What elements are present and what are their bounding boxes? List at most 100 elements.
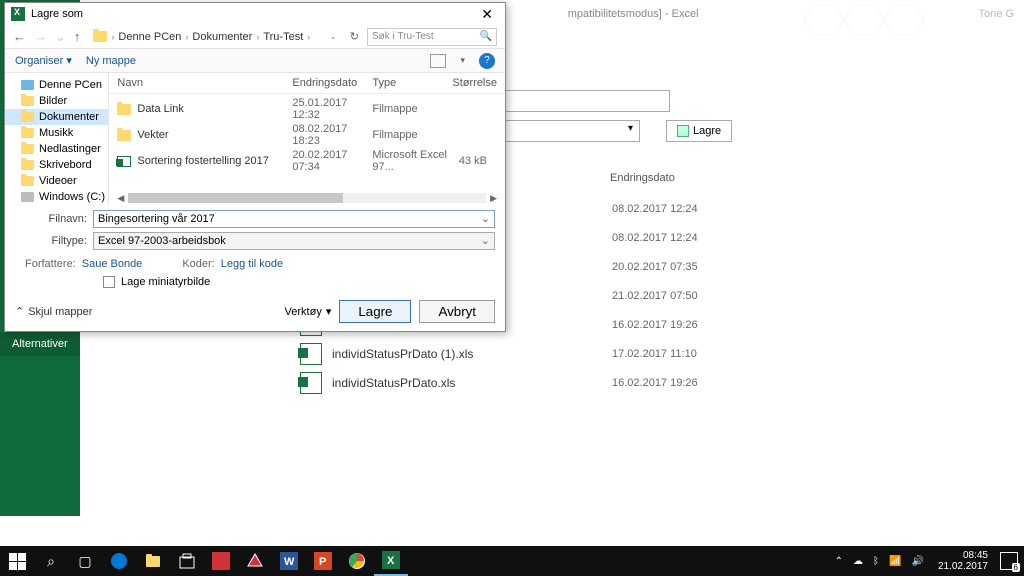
excel-icon[interactable]: X <box>374 546 408 576</box>
dialog-title: Lagre som <box>31 8 83 20</box>
app-icon-1[interactable] <box>204 546 238 576</box>
file-date: 25.01.2017 12:32 <box>292 97 372 121</box>
h-scrollbar[interactable]: ◀ ▶ <box>109 192 505 204</box>
tree-item[interactable]: Denne PCen <box>5 77 108 93</box>
wifi-icon[interactable]: 📶 <box>887 556 903 567</box>
recent-dropdown-icon[interactable]: ⌄ <box>55 29 66 45</box>
list-header: Navn Endringsdato Type Størrelse <box>109 73 505 94</box>
alternatives-button[interactable]: Alternativer <box>0 332 80 356</box>
col-date[interactable]: Endringsdato <box>292 77 372 89</box>
bluetooth-icon[interactable]: ᛒ <box>871 556 881 567</box>
list-row[interactable]: Sortering fostertelling 2017 20.02.2017 … <box>109 148 505 174</box>
tray-chevron-icon[interactable]: ⌃ <box>833 556 845 567</box>
notifications-icon[interactable]: 6 <box>1000 552 1018 570</box>
refresh-icon[interactable]: ↻ <box>350 30 359 43</box>
bg-file-date: 17.02.2017 11:10 <box>612 348 697 360</box>
nav-bar: ← → ⌄ ↑ › Denne PCen › Dokumenter › Tru-… <box>5 25 505 49</box>
scroll-thumb[interactable] <box>128 193 343 203</box>
file-date: 08.02.2017 18:23 <box>292 123 372 147</box>
cancel-button[interactable]: Avbryt <box>419 300 495 323</box>
filename-label: Filnavn: <box>15 213 87 225</box>
fields-area: Filnavn: Bingesortering vår 2017 Filtype… <box>5 204 505 294</box>
volume-icon[interactable]: 🔊 <box>909 556 925 567</box>
word-icon[interactable]: W <box>272 546 306 576</box>
bg-title-text: mpatibilitetsmodus] - Excel <box>568 8 699 20</box>
bg-file-row[interactable]: individStatusPrDato (1).xls 17.02.2017 1… <box>300 339 1004 368</box>
forward-arrow-icon[interactable]: → <box>34 29 47 44</box>
tree-item[interactable]: Videoer <box>5 173 108 189</box>
author-value[interactable]: Saue Bonde <box>82 258 143 270</box>
chrome-icon[interactable] <box>340 546 374 576</box>
drive-icon <box>21 192 34 202</box>
scroll-right-icon[interactable]: ▶ <box>490 193 497 204</box>
col-type[interactable]: Type <box>372 77 452 89</box>
close-icon[interactable]: ✕ <box>475 6 499 23</box>
start-button[interactable] <box>0 546 34 576</box>
explorer-icon[interactable] <box>136 546 170 576</box>
col-name[interactable]: Navn <box>117 77 292 89</box>
search-button[interactable]: ⌕ <box>34 546 68 576</box>
bg-file-date: 08.02.2017 12:24 <box>612 232 698 244</box>
hex-decoration <box>794 0 994 50</box>
tools-button[interactable]: Verktøy ▾ <box>285 305 332 318</box>
breadcrumb-item[interactable]: Dokumenter <box>192 31 252 43</box>
bg-file-date: 16.02.2017 19:26 <box>612 377 698 389</box>
folder-tree[interactable]: Denne PCenBilderDokumenterMusikkNedlasti… <box>5 73 109 204</box>
file-size: 43 kB <box>452 155 497 167</box>
file-name: Sortering fostertelling 2017 <box>137 155 292 167</box>
save-button[interactable]: Lagre <box>339 300 411 323</box>
file-name: Vekter <box>137 129 292 141</box>
file-type: Microsoft Excel 97... <box>372 149 452 173</box>
chevron-down-icon[interactable]: ⌄ <box>329 31 337 42</box>
tree-item[interactable]: Musikk <box>5 125 108 141</box>
folder-icon <box>21 160 34 170</box>
scroll-left-icon[interactable]: ◀ <box>117 193 124 204</box>
tree-item[interactable]: Bilder <box>5 93 108 109</box>
bg-save-button[interactable]: Lagre <box>666 120 732 142</box>
organize-button[interactable]: Organiser ▾ <box>15 54 72 67</box>
file-name: Data Link <box>137 103 292 115</box>
bg-file-name: individStatusPrDato.xls <box>332 376 612 390</box>
powerpoint-icon[interactable]: P <box>306 546 340 576</box>
taskbar[interactable]: ⌕ ▢ W P X ⌃ ☁ ᛒ 📶 🔊 08:45 21.02.2017 6 <box>0 546 1024 576</box>
svg-text:W: W <box>284 556 295 568</box>
filetype-select[interactable]: Excel 97-2003-arbeidsbok <box>93 232 495 250</box>
thumbnail-label[interactable]: Lage miniatyrbilde <box>121 276 210 288</box>
hide-folders-button[interactable]: ⌃ Skjul mapper <box>15 305 92 318</box>
app-icon-2[interactable] <box>238 546 272 576</box>
svg-text:X: X <box>387 555 395 567</box>
bg-file-row[interactable]: individStatusPrDato.xls 16.02.2017 19:26 <box>300 368 1004 397</box>
clock[interactable]: 08:45 21.02.2017 <box>932 550 994 572</box>
breadcrumb-item[interactable]: Denne PCen <box>118 31 181 43</box>
tree-item[interactable]: Skrivebord <box>5 157 108 173</box>
dialog-titlebar[interactable]: Lagre som ✕ <box>5 3 505 25</box>
task-view-button[interactable]: ▢ <box>68 546 102 576</box>
svg-text:P: P <box>319 556 326 568</box>
breadcrumb-item[interactable]: Tru-Test <box>263 31 303 43</box>
breadcrumb[interactable]: › Denne PCen › Dokumenter › Tru-Test › ⌄ <box>88 28 341 46</box>
back-arrow-icon[interactable]: ← <box>13 29 26 44</box>
list-row[interactable]: Data Link 25.01.2017 12:32 Filmappe <box>109 96 505 122</box>
tree-item[interactable]: Nedlastinger <box>5 141 108 157</box>
col-size[interactable]: Størrelse <box>452 77 497 89</box>
list-row[interactable]: Vekter 08.02.2017 18:23 Filmappe <box>109 122 505 148</box>
onedrive-icon[interactable]: ☁ <box>851 556 865 567</box>
help-icon[interactable]: ? <box>479 53 495 69</box>
bg-col-date[interactable]: Endringsdato <box>610 172 675 184</box>
excel-icon <box>11 7 25 21</box>
filename-input[interactable]: Bingesortering vår 2017 <box>93 210 495 228</box>
tree-item[interactable]: Windows (C:) <box>5 189 108 204</box>
new-folder-button[interactable]: Ny mappe <box>86 55 136 67</box>
tree-item[interactable]: Dokumenter <box>5 109 108 125</box>
toolbar: Organiser ▾ Ny mappe ▾ ? <box>5 49 505 73</box>
store-icon[interactable] <box>170 546 204 576</box>
up-arrow-icon[interactable]: ↑ <box>74 29 81 44</box>
folder-icon <box>21 144 34 154</box>
search-input[interactable]: Søk i Tru-Test 🔍 <box>367 28 497 46</box>
save-as-dialog: Lagre som ✕ ← → ⌄ ↑ › Denne PCen › Dokum… <box>4 2 506 332</box>
thumbnail-checkbox[interactable] <box>103 276 115 288</box>
view-options-icon[interactable] <box>430 54 446 68</box>
tags-value[interactable]: Legg til kode <box>221 258 283 270</box>
folder-icon <box>21 176 34 186</box>
edge-icon[interactable] <box>102 546 136 576</box>
